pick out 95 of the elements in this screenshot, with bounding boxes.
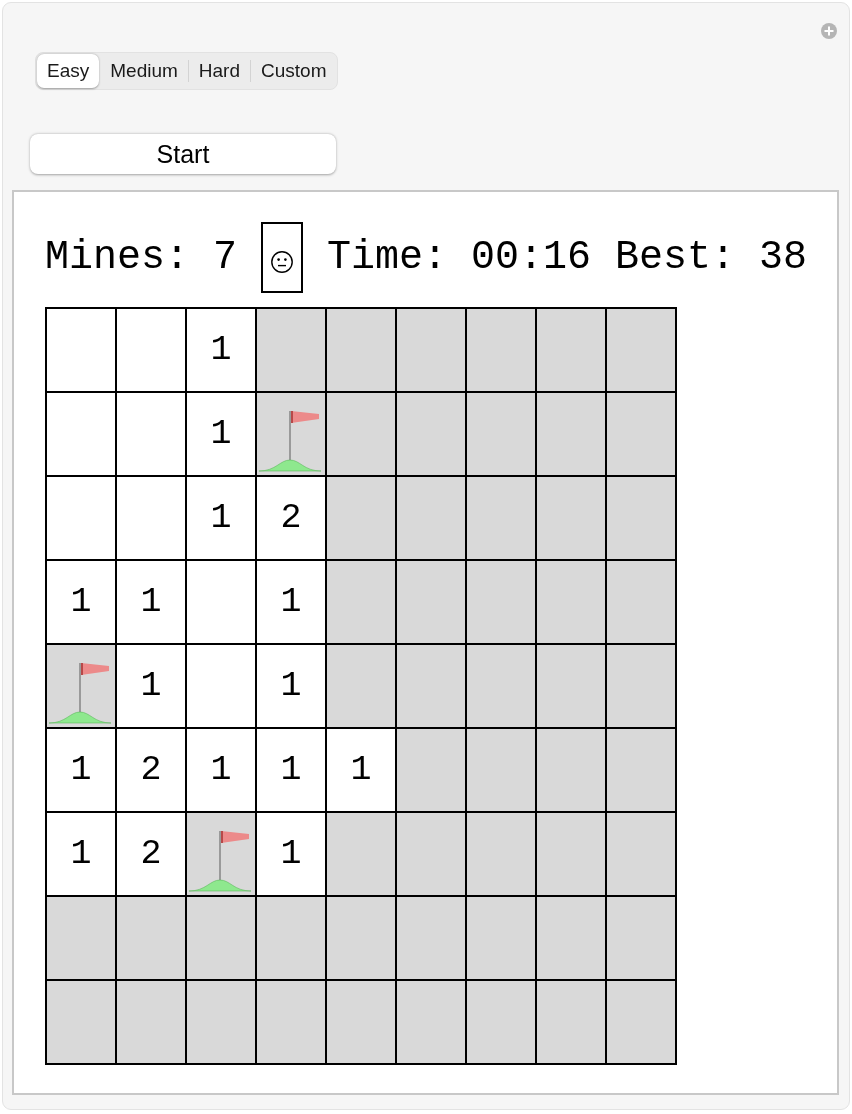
covered-cell[interactable]	[397, 729, 465, 811]
covered-cell[interactable]	[397, 981, 465, 1063]
open-cell[interactable]: 1	[187, 309, 255, 391]
covered-cell[interactable]	[397, 393, 465, 475]
open-cell[interactable]: 1	[47, 813, 115, 895]
covered-cell[interactable]	[537, 309, 605, 391]
covered-cell[interactable]	[607, 981, 675, 1063]
covered-cell[interactable]	[397, 645, 465, 727]
covered-cell[interactable]	[607, 729, 675, 811]
open-cell[interactable]: 2	[117, 813, 185, 895]
difficulty-tab[interactable]: Medium	[100, 54, 188, 88]
covered-cell[interactable]	[397, 477, 465, 559]
covered-cell[interactable]	[537, 813, 605, 895]
covered-cell[interactable]	[467, 477, 535, 559]
covered-cell[interactable]	[607, 813, 675, 895]
covered-cell[interactable]	[327, 477, 395, 559]
timer-text: Time: 00:16	[327, 235, 592, 280]
covered-cell[interactable]	[257, 897, 325, 979]
open-cell[interactable]: 1	[327, 729, 395, 811]
open-cell[interactable]: 1	[117, 561, 185, 643]
covered-cell[interactable]	[467, 645, 535, 727]
open-cell[interactable]: 1	[187, 477, 255, 559]
difficulty-tab[interactable]: Easy	[37, 54, 100, 88]
open-cell[interactable]	[187, 645, 255, 727]
open-cell[interactable]	[117, 309, 185, 391]
covered-cell[interactable]	[537, 393, 605, 475]
covered-cell[interactable]	[467, 561, 535, 643]
covered-cell[interactable]	[397, 309, 465, 391]
open-cell[interactable]	[47, 309, 115, 391]
open-cell[interactable]: 1	[257, 645, 325, 727]
covered-cell[interactable]	[397, 897, 465, 979]
covered-cell[interactable]	[607, 897, 675, 979]
open-cell[interactable]: 1	[187, 729, 255, 811]
open-cell[interactable]	[47, 393, 115, 475]
covered-cell[interactable]	[327, 813, 395, 895]
covered-cell[interactable]	[327, 897, 395, 979]
open-cell[interactable]	[47, 477, 115, 559]
flagged-cell[interactable]	[187, 813, 255, 895]
flagged-cell[interactable]	[257, 393, 325, 475]
covered-cell[interactable]	[607, 561, 675, 643]
open-cell[interactable]: 1	[257, 729, 325, 811]
best-time-text: Best: 38	[615, 235, 808, 280]
covered-cell[interactable]	[537, 729, 605, 811]
difficulty-tab[interactable]: Custom	[251, 54, 337, 88]
covered-cell[interactable]	[327, 981, 395, 1063]
covered-cell[interactable]	[607, 645, 675, 727]
flag-icon	[259, 410, 321, 472]
covered-cell[interactable]	[187, 981, 255, 1063]
covered-cell[interactable]	[537, 897, 605, 979]
covered-cell[interactable]	[467, 309, 535, 391]
covered-cell[interactable]	[327, 393, 395, 475]
covered-cell[interactable]	[467, 393, 535, 475]
start-button[interactable]: Start	[30, 134, 336, 174]
covered-cell[interactable]	[117, 981, 185, 1063]
open-cell[interactable]: 1	[47, 561, 115, 643]
covered-cell[interactable]	[607, 477, 675, 559]
covered-cell[interactable]	[397, 813, 465, 895]
covered-cell[interactable]	[467, 813, 535, 895]
face-button[interactable]	[261, 222, 304, 293]
covered-cell[interactable]	[537, 477, 605, 559]
open-cell[interactable]: 1	[117, 645, 185, 727]
covered-cell[interactable]	[117, 897, 185, 979]
covered-cell[interactable]	[327, 309, 395, 391]
covered-cell[interactable]	[397, 561, 465, 643]
difficulty-tab[interactable]: Hard	[188, 54, 250, 88]
open-cell[interactable]: 1	[187, 393, 255, 475]
covered-cell[interactable]	[537, 981, 605, 1063]
covered-cell[interactable]	[327, 561, 395, 643]
open-cell[interactable]	[117, 393, 185, 475]
covered-cell[interactable]	[537, 645, 605, 727]
flag-icon	[189, 830, 251, 892]
plus-icon[interactable]	[821, 23, 837, 39]
covered-cell[interactable]	[467, 897, 535, 979]
open-cell[interactable]	[117, 477, 185, 559]
covered-cell[interactable]	[187, 897, 255, 979]
covered-cell[interactable]	[47, 897, 115, 979]
open-cell[interactable]: 1	[47, 729, 115, 811]
neutral-face-icon	[271, 250, 294, 273]
covered-cell[interactable]	[607, 393, 675, 475]
flag-icon	[49, 662, 111, 724]
covered-cell[interactable]	[47, 981, 115, 1063]
covered-cell[interactable]	[257, 309, 325, 391]
open-cell[interactable]	[187, 561, 255, 643]
covered-cell[interactable]	[467, 981, 535, 1063]
flagged-cell[interactable]	[47, 645, 115, 727]
open-cell[interactable]: 1	[257, 561, 325, 643]
covered-cell[interactable]	[467, 729, 535, 811]
covered-cell[interactable]	[607, 309, 675, 391]
covered-cell[interactable]	[257, 981, 325, 1063]
covered-cell[interactable]	[327, 645, 395, 727]
mines-counter: Mines: 7	[45, 235, 238, 280]
covered-cell[interactable]	[537, 561, 605, 643]
open-cell[interactable]: 1	[257, 813, 325, 895]
open-cell[interactable]: 2	[117, 729, 185, 811]
open-cell[interactable]: 2	[257, 477, 325, 559]
